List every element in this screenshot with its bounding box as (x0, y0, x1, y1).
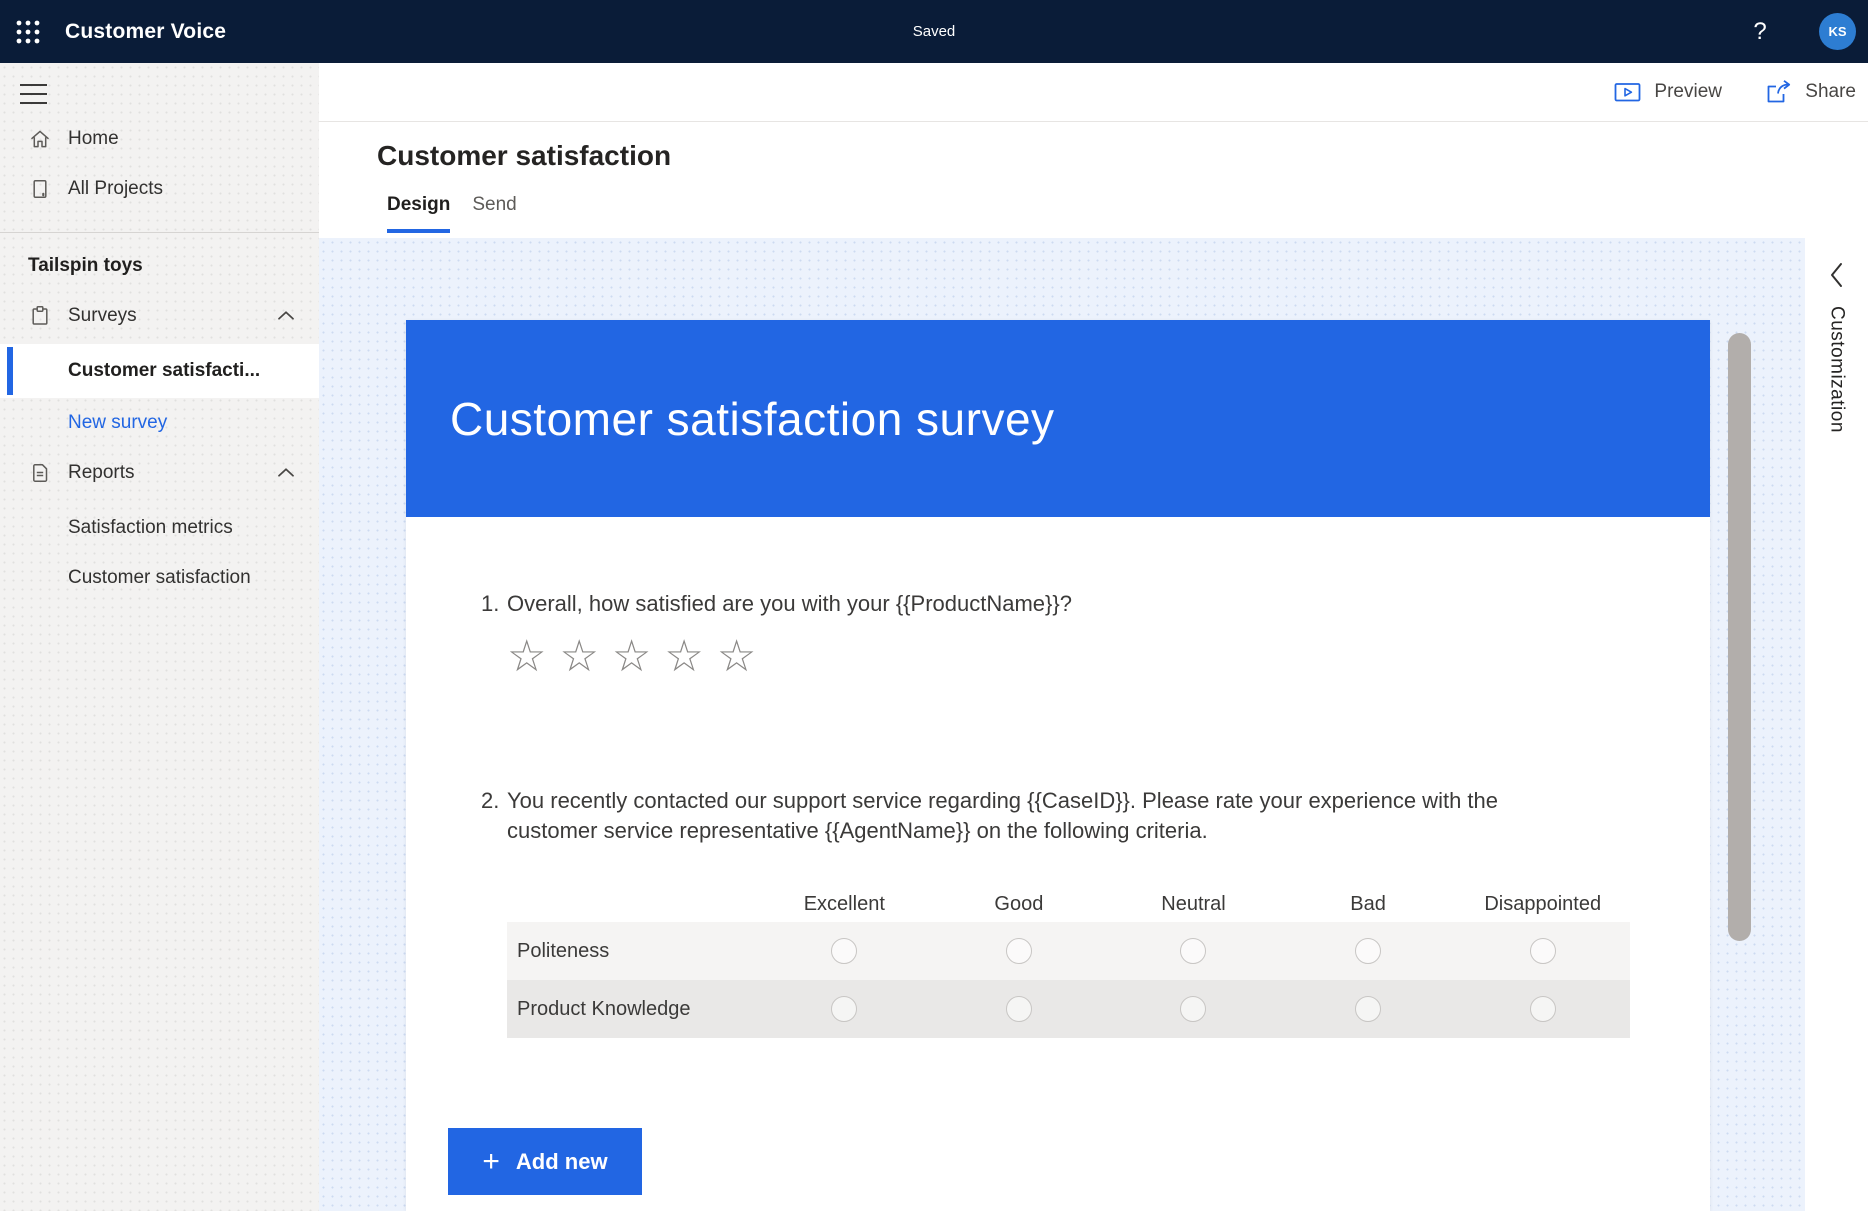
survey-banner[interactable]: Customer satisfaction survey (406, 320, 1710, 517)
sidebar-item-label: Home (68, 128, 119, 150)
scrollbar-thumb[interactable] (1728, 333, 1751, 941)
preview-button[interactable]: Preview (1614, 63, 1722, 121)
question-number: 2. (481, 786, 507, 846)
sidebar-item-new-survey[interactable]: New survey (0, 398, 319, 448)
avatar[interactable]: KS (1819, 13, 1856, 50)
sidebar-item-label: Customer satisfaction (68, 567, 251, 589)
sidebar-item-customer-satisfaction-report[interactable]: Customer satisfaction (0, 553, 319, 603)
likert-header-row: Excellent Good Neutral Bad Disappointed (507, 886, 1630, 922)
radio-button[interactable] (1006, 996, 1032, 1022)
sidebar-item-label: Customer satisfacti... (68, 360, 260, 382)
preview-label: Preview (1654, 81, 1722, 103)
avatar-initials: KS (1828, 24, 1846, 39)
question-text: You recently contacted our support servi… (507, 786, 1592, 846)
page-title: Customer satisfaction (377, 140, 671, 172)
top-app-bar: Customer Voice Saved ? KS (0, 0, 1868, 63)
star-icon[interactable]: ☆ (559, 631, 598, 683)
save-status: Saved (913, 23, 956, 40)
survey-card: Customer satisfaction survey 1. Overall,… (406, 320, 1710, 1211)
likert-column-header: Neutral (1106, 893, 1281, 916)
sidebar-item-customer-satisfaction-survey[interactable]: Customer satisfacti... (0, 344, 319, 398)
likert-column-header: Good (932, 893, 1107, 916)
preview-icon (1614, 80, 1641, 104)
share-button[interactable]: Share (1764, 63, 1856, 121)
tab-design[interactable]: Design (387, 194, 450, 233)
plus-icon: + (482, 1147, 500, 1177)
radio-button[interactable] (1355, 938, 1381, 964)
sidebar-item-label: All Projects (68, 178, 163, 200)
toolbar: Preview Share (319, 63, 1868, 122)
chevron-left-icon[interactable] (1823, 260, 1851, 290)
question-1[interactable]: 1. Overall, how satisfied are you with y… (481, 589, 1640, 619)
chevron-up-icon[interactable] (273, 303, 299, 329)
sidebar-item-label: Surveys (68, 305, 137, 327)
sidebar-item-all-projects[interactable]: All Projects (0, 164, 319, 214)
sidebar-toggle-button[interactable] (20, 77, 60, 111)
survey-body: 1. Overall, how satisfied are you with y… (406, 589, 1710, 1038)
star-icon[interactable]: ☆ (612, 631, 651, 683)
sidebar-item-home[interactable]: Home (0, 114, 319, 164)
star-icon[interactable]: ☆ (664, 631, 703, 683)
sidebar: Home All Projects Tailspin toys Surveys … (0, 63, 319, 1211)
tab-bar: Design Send (387, 194, 517, 233)
reports-icon (28, 461, 52, 485)
radio-button[interactable] (1530, 996, 1556, 1022)
waffle-icon (15, 19, 41, 45)
star-icon[interactable]: ☆ (507, 631, 546, 683)
home-icon (28, 127, 52, 151)
projects-icon (28, 177, 52, 201)
radio-button[interactable] (1180, 996, 1206, 1022)
share-icon (1764, 79, 1792, 105)
likert-row-politeness: Politeness (507, 922, 1630, 980)
radio-button[interactable] (1530, 938, 1556, 964)
radio-button[interactable] (1355, 996, 1381, 1022)
star-icon[interactable]: ☆ (717, 631, 756, 683)
customization-panel-collapsed: Customization (1805, 238, 1868, 1211)
star-rating: ☆ ☆ ☆ ☆ ☆ (507, 631, 1640, 683)
customization-panel-title[interactable]: Customization (1826, 306, 1848, 433)
design-canvas: Customer satisfaction survey 1. Overall,… (319, 238, 1805, 1211)
sidebar-item-label: Reports (68, 462, 135, 484)
likert-column-header: Disappointed (1455, 893, 1630, 916)
tab-send[interactable]: Send (472, 194, 516, 233)
likert-table: Excellent Good Neutral Bad Disappointed … (507, 886, 1630, 1038)
selected-accent-bar (7, 347, 13, 395)
radio-button[interactable] (831, 996, 857, 1022)
share-label: Share (1805, 81, 1856, 103)
question-number: 1. (481, 589, 507, 619)
chevron-up-icon[interactable] (273, 460, 299, 486)
radio-button[interactable] (1180, 938, 1206, 964)
sidebar-divider (0, 232, 319, 233)
sidebar-item-surveys[interactable]: Surveys (0, 291, 319, 341)
likert-row-label: Product Knowledge (507, 998, 757, 1021)
sidebar-item-label: Satisfaction metrics (68, 517, 233, 539)
project-name: Tailspin toys (28, 241, 143, 291)
add-new-label: Add new (516, 1149, 608, 1175)
help-icon: ? (1753, 18, 1766, 46)
app-launcher-button[interactable] (0, 0, 56, 63)
radio-button[interactable] (831, 938, 857, 964)
surveys-icon (28, 304, 52, 328)
sidebar-item-satisfaction-metrics[interactable]: Satisfaction metrics (0, 503, 319, 553)
radio-button[interactable] (1006, 938, 1032, 964)
likert-row-product-knowledge: Product Knowledge (507, 980, 1630, 1038)
app-title: Customer Voice (65, 20, 226, 44)
survey-banner-title: Customer satisfaction survey (450, 392, 1055, 446)
likert-column-header: Bad (1281, 893, 1456, 916)
sidebar-item-reports[interactable]: Reports (0, 448, 319, 498)
help-button[interactable]: ? (1738, 0, 1782, 63)
likert-row-label: Politeness (507, 940, 757, 963)
likert-column-header: Excellent (757, 893, 932, 916)
question-text: Overall, how satisfied are you with your… (507, 589, 1072, 619)
add-new-button[interactable]: + Add new (448, 1128, 642, 1195)
page-header: Customer satisfaction Design Send (319, 122, 1868, 238)
sidebar-item-label: New survey (68, 412, 167, 434)
question-2[interactable]: 2. You recently contacted our support se… (481, 786, 1640, 846)
